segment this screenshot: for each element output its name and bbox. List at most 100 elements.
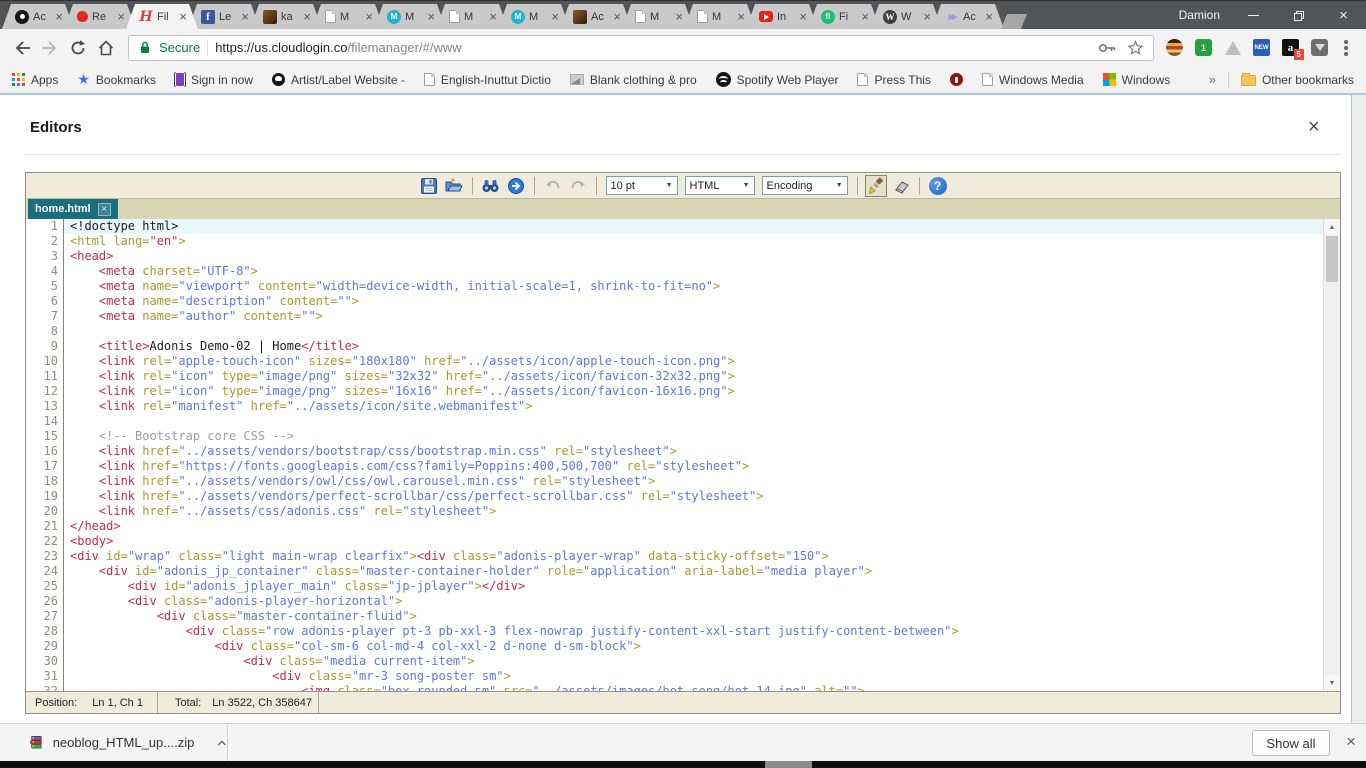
encoding-select[interactable]: Encoding▼ — [762, 176, 848, 195]
editor-file-tab[interactable]: home.html × — [28, 199, 118, 219]
line-code[interactable]: <link rel="manifest" href="../assets/ico… — [63, 399, 1340, 414]
browser-tab[interactable]: ▶▶Ac× — [932, 4, 1004, 29]
home-button[interactable] — [92, 34, 120, 62]
download-extension-icon[interactable] — [1311, 39, 1328, 56]
tab-close-icon[interactable]: × — [985, 11, 993, 22]
line-code[interactable]: <meta name="author" content=""> — [63, 309, 1340, 324]
bookmark-item[interactable]: English-Inuttut Dictio — [424, 73, 551, 87]
chevron-up-icon[interactable] — [217, 739, 227, 747]
browser-tab[interactable]: fiFi× — [808, 4, 880, 29]
code-area[interactable]: 1<!doctype html>2<html lang="en">3<head>… — [26, 219, 1340, 691]
redo-button[interactable] — [567, 175, 589, 197]
browser-tab[interactable]: ka× — [250, 4, 322, 29]
browser-tab[interactable]: fLe× — [188, 4, 260, 29]
bookmarks-overflow-chevron[interactable]: » — [1209, 72, 1216, 87]
tab-close-icon[interactable]: × — [55, 11, 63, 22]
bookmark-item[interactable]: Sign in now — [175, 72, 253, 87]
amazon-extension-icon[interactable]: a5 — [1282, 39, 1299, 56]
tab-close-icon[interactable]: × — [179, 11, 187, 22]
chrome-menu-icon[interactable] — [1344, 46, 1348, 50]
bookmark-item[interactable] — [950, 73, 963, 86]
tab-close-icon[interactable]: × — [427, 11, 435, 22]
line-code[interactable]: <link href="../assets/vendors/owl/css/ow… — [63, 474, 1340, 489]
tab-close-icon[interactable]: × — [117, 11, 125, 22]
line-code[interactable]: <div class="col-sm-6 col-md-4 col-xxl-2 … — [63, 639, 1340, 654]
line-code[interactable]: <div class="row adonis-player pt-3 pb-xx… — [63, 624, 1340, 639]
new-tab-button[interactable] — [1001, 14, 1027, 29]
scroll-down-icon[interactable]: ▼ — [1324, 675, 1340, 691]
line-code[interactable]: <div class="adonis-player-horizontal"> — [63, 594, 1340, 609]
line-code[interactable]: <!doctype html> — [63, 219, 1340, 234]
line-code[interactable]: <body> — [63, 534, 1340, 549]
line-code[interactable]: <div class="master-container-fluid"> — [63, 609, 1340, 624]
toggle-syntax-highlight-button[interactable] — [865, 175, 887, 197]
open-file-button[interactable] — [443, 175, 465, 197]
font-size-select[interactable]: 10 pt▼ — [606, 176, 678, 195]
bookmark-item[interactable]: Windows Media — [982, 73, 1084, 87]
url-text[interactable]: https://us.cloudlogin.co/filemanager/#/w… — [215, 40, 461, 55]
tab-close-icon[interactable]: × — [613, 11, 621, 22]
editor-scrollbar[interactable]: ▲ ▼ — [1323, 219, 1340, 691]
forward-button[interactable] — [36, 34, 64, 62]
editors-panel-close-icon[interactable]: × — [1308, 117, 1320, 137]
line-code[interactable]: <title>Adonis Demo-02 | Home</title> — [63, 339, 1340, 354]
line-code[interactable]: <link rel="apple-touch-icon" sizes="180x… — [63, 354, 1340, 369]
close-window-button[interactable]: × — [1321, 1, 1366, 30]
bookmark-item[interactable]: Apps — [12, 73, 58, 87]
bookmark-item[interactable]: Windows — [1103, 73, 1171, 87]
bookmark-item[interactable]: Press This — [857, 73, 930, 87]
restore-button[interactable] — [1276, 1, 1321, 30]
scroll-up-icon[interactable]: ▲ — [1324, 219, 1340, 235]
browser-tab[interactable]: M× — [436, 4, 508, 29]
line-code[interactable]: <div id="wrap" class="light main-wrap cl… — [63, 549, 1340, 564]
browser-tab[interactable]: WW× — [870, 4, 942, 29]
tab-close-icon[interactable]: × — [241, 11, 249, 22]
bookmark-item[interactable]: Artist/Label Website - — [272, 73, 405, 87]
line-code[interactable]: <head> — [63, 249, 1340, 264]
price-tag-extension-icon[interactable]: 1 — [1195, 39, 1212, 56]
browser-tab[interactable]: MM× — [498, 4, 570, 29]
tab-close-icon[interactable]: × — [799, 11, 807, 22]
bookmark-star-icon[interactable] — [1127, 40, 1144, 56]
help-button[interactable]: ? — [927, 175, 949, 197]
browser-tab[interactable]: In× — [746, 4, 818, 29]
line-code[interactable]: <link rel="icon" type="image/png" sizes=… — [63, 384, 1340, 399]
line-code[interactable]: <meta name="viewport" content="width=dev… — [63, 279, 1340, 294]
line-code[interactable]: <link href="../assets/vendors/perfect-sc… — [63, 489, 1340, 504]
line-code[interactable]: </head> — [63, 519, 1340, 534]
burger-extension-icon[interactable] — [1166, 39, 1183, 56]
browser-tab[interactable]: M× — [312, 4, 384, 29]
line-code[interactable]: <div class="mr-3 song-poster sm"> — [63, 669, 1340, 684]
back-button[interactable] — [8, 34, 36, 62]
scrollbar-thumb[interactable] — [1326, 236, 1338, 282]
bookmark-item[interactable]: Blank clothing & pro — [570, 73, 697, 87]
tab-close-icon[interactable]: × — [551, 11, 559, 22]
profile-name[interactable]: Damion — [1179, 8, 1220, 22]
line-code[interactable]: <link rel="icon" type="image/png" sizes=… — [63, 369, 1340, 384]
line-code[interactable] — [63, 324, 1340, 339]
show-all-button[interactable]: Show all — [1252, 730, 1330, 756]
save-button[interactable] — [418, 175, 440, 197]
drive-extension-icon[interactable] — [1224, 39, 1241, 56]
line-code[interactable]: <div id="adonis_jplayer_main" class="jp-… — [63, 579, 1340, 594]
other-bookmarks[interactable]: Other bookmarks — [1241, 73, 1354, 87]
line-code[interactable] — [63, 414, 1340, 429]
browser-tab[interactable]: Ac× — [560, 4, 632, 29]
reset-highlight-button[interactable] — [890, 175, 912, 197]
browser-tab[interactable]: MM× — [374, 4, 446, 29]
bookmark-item[interactable]: ★Bookmarks — [77, 73, 156, 87]
reload-button[interactable] — [64, 34, 92, 62]
tab-close-icon[interactable]: × — [737, 11, 745, 22]
bookmark-item[interactable]: Spotify Web Player — [716, 72, 839, 87]
line-code[interactable]: <meta charset="UTF-8"> — [63, 264, 1340, 279]
tab-close-icon[interactable]: × — [365, 11, 373, 22]
line-code[interactable]: <html lang="en"> — [63, 234, 1340, 249]
line-code[interactable]: <div id="adonis_jp_container" class="mas… — [63, 564, 1340, 579]
tab-close-icon[interactable]: × — [489, 11, 497, 22]
line-code[interactable]: <meta name="description" content=""> — [63, 294, 1340, 309]
minimize-button[interactable] — [1231, 1, 1276, 30]
find-button[interactable] — [480, 175, 502, 197]
browser-tab[interactable]: M× — [684, 4, 756, 29]
tab-close-icon[interactable]: × — [923, 11, 931, 22]
tab-close-icon[interactable]: × — [675, 11, 683, 22]
